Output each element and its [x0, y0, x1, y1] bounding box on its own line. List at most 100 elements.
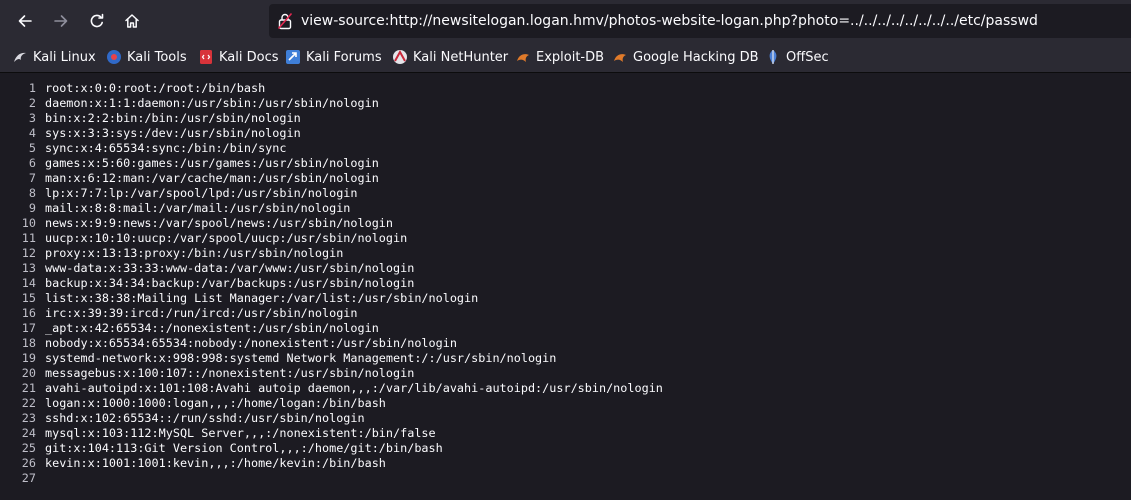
- reload-icon: [90, 13, 104, 28]
- line-text: list:x:38:38:Mailing List Manager:/var/l…: [45, 291, 479, 305]
- kali-docs-icon: [198, 49, 214, 65]
- line-number: 8: [28, 186, 36, 200]
- address-bar[interactable]: view-source:http://newsitelogan.logan.hm…: [269, 4, 1131, 38]
- source-lines: 1 root:x:0:0:root:/root:/bin/bash 2 daemon:…: [0, 81, 663, 486]
- line-number: 13: [21, 261, 36, 275]
- source-line: 1 root:x:0:0:root:/root:/bin/bash: [0, 81, 663, 96]
- kali-forums-icon: [285, 49, 301, 65]
- line-text: _apt:x:42:65534::/nonexistent:/usr/sbin/…: [45, 321, 379, 335]
- line-text: www-data:x:33:33:www-data:/var/www:/usr/…: [45, 261, 415, 275]
- line-number: 23: [21, 411, 36, 425]
- source-line: 26 kevin:x:1001:1001:kevin,,,:/home/kevin…: [0, 456, 663, 471]
- url-text[interactable]: view-source:http://newsitelogan.logan.hm…: [301, 4, 1038, 38]
- bookmark-kali-forums[interactable]: Kali Forums: [285, 42, 382, 72]
- source-line: 22 logan:x:1000:1000:logan,,,:/home/logan…: [0, 396, 663, 411]
- line-text: man:x:6:12:man:/var/cache/man:/usr/sbin/…: [45, 171, 379, 185]
- bookmark-label: Google Hacking DB: [633, 49, 759, 65]
- source-line: 10 news:x:9:9:news:/var/spool/news:/usr/s…: [0, 216, 663, 231]
- bookmark-kali-docs[interactable]: Kali Docs: [198, 42, 279, 72]
- bookmark-label: Kali Linux: [33, 49, 96, 65]
- offsec-icon: [765, 49, 781, 65]
- line-number: 10: [21, 216, 36, 230]
- source-line: 3 bin:x:2:2:bin:/bin:/usr/sbin/nologin: [0, 111, 663, 126]
- reload-button[interactable]: [83, 7, 111, 35]
- line-text: mail:x:8:8:mail:/var/mail:/usr/sbin/nolo…: [45, 201, 351, 215]
- line-text: bin:x:2:2:bin:/bin:/usr/sbin/nologin: [45, 111, 301, 125]
- ghdb-icon: [612, 49, 628, 65]
- line-text: avahi-autoipd:x:101:108:Avahi autoip dae…: [45, 381, 663, 395]
- line-text: uucp:x:10:10:uucp:/var/spool/uucp:/usr/s…: [45, 231, 408, 245]
- bookmark-exploit-db[interactable]: Exploit-DB: [515, 42, 604, 72]
- line-number: 17: [21, 321, 36, 335]
- line-text: sshd:x:102:65534::/run/sshd:/usr/sbin/no…: [45, 411, 365, 425]
- line-text: games:x:5:60:games:/usr/games:/usr/sbin/…: [45, 156, 379, 170]
- bookmark-kali-nethunter[interactable]: Kali NetHunter: [392, 42, 508, 72]
- line-number: 24: [21, 426, 36, 440]
- source-line: 23 sshd:x:102:65534::/run/sshd:/usr/sbin/…: [0, 411, 663, 426]
- navigation-toolbar: view-source:http://newsitelogan.logan.hm…: [0, 0, 1131, 42]
- source-line: 18 nobody:x:65534:65534:nobody:/nonexiste…: [0, 336, 663, 351]
- line-number: 27: [21, 471, 36, 485]
- source-line: 4 sys:x:3:3:sys:/dev:/usr/sbin/nologin: [0, 126, 663, 141]
- line-text: daemon:x:1:1:daemon:/usr/sbin:/usr/sbin/…: [45, 96, 379, 110]
- line-number: 6: [28, 156, 36, 170]
- back-button[interactable]: [11, 7, 39, 35]
- line-text: proxy:x:13:13:proxy:/bin:/usr/sbin/nolog…: [45, 246, 344, 260]
- view-source-content: 1 root:x:0:0:root:/root:/bin/bash 2 daemon:…: [0, 73, 1131, 500]
- source-line: 14 backup:x:34:34:backup:/var/backups:/us…: [0, 276, 663, 291]
- line-number: 14: [21, 276, 36, 290]
- home-button[interactable]: [118, 7, 146, 35]
- bookmark-label: Kali Forums: [306, 49, 382, 65]
- line-number: 15: [21, 291, 36, 305]
- nethunter-icon: [392, 49, 408, 65]
- line-number: 22: [21, 396, 36, 410]
- line-number: 20: [21, 366, 36, 380]
- line-text: backup:x:34:34:backup:/var/backups:/usr/…: [45, 276, 415, 290]
- home-icon: [125, 14, 139, 28]
- line-number: 5: [28, 141, 36, 155]
- line-text: sync:x:4:65534:sync:/bin:/bin/sync: [45, 141, 287, 155]
- line-number: 4: [28, 126, 36, 140]
- source-line: 13 www-data:x:33:33:www-data:/var/www:/us…: [0, 261, 663, 276]
- line-text: logan:x:1000:1000:logan,,,:/home/logan:/…: [45, 396, 386, 410]
- source-line: 8 lp:x:7:7:lp:/var/spool/lpd:/usr/sbin/no…: [0, 186, 663, 201]
- exploit-db-icon: [515, 49, 531, 65]
- not-secure-lock-icon[interactable]: [277, 12, 293, 30]
- bookmark-kali-tools[interactable]: Kali Tools: [106, 42, 187, 72]
- line-number: 3: [28, 111, 36, 125]
- source-line: 7 man:x:6:12:man:/var/cache/man:/usr/sbin…: [0, 171, 663, 186]
- forward-button[interactable]: [47, 7, 75, 35]
- line-text: nobody:x:65534:65534:nobody:/nonexistent…: [45, 336, 457, 350]
- line-number: 9: [28, 201, 36, 215]
- line-text: irc:x:39:39:ircd:/run/ircd:/usr/sbin/nol…: [45, 306, 358, 320]
- line-text: kevin:x:1001:1001:kevin,,,:/home/kevin:/…: [45, 456, 386, 470]
- line-number: 25: [21, 441, 36, 455]
- arrow-left-icon: [18, 15, 32, 27]
- line-number: 19: [21, 351, 36, 365]
- line-number: 12: [21, 246, 36, 260]
- line-number: 26: [21, 456, 36, 470]
- bookmark-kali-linux[interactable]: Kali Linux: [12, 42, 96, 72]
- line-text: lp:x:7:7:lp:/var/spool/lpd:/usr/sbin/nol…: [45, 186, 358, 200]
- source-line: 12 proxy:x:13:13:proxy:/bin:/usr/sbin/nol…: [0, 246, 663, 261]
- line-number: 21: [21, 381, 36, 395]
- kali-dragon-icon: [12, 49, 28, 65]
- bookmark-label: Exploit-DB: [536, 49, 605, 65]
- source-line: 9 mail:x:8:8:mail:/var/mail:/usr/sbin/nol…: [0, 201, 663, 216]
- source-line: 5 sync:x:4:65534:sync:/bin:/bin/sync: [0, 141, 663, 156]
- line-text: root:x:0:0:root:/root:/bin/bash: [45, 81, 266, 95]
- bookmark-google-hacking-db[interactable]: Google Hacking DB: [612, 42, 759, 72]
- bookmark-offsec[interactable]: OffSec: [765, 42, 829, 72]
- line-text: git:x:104:113:Git Version Control,,,:/ho…: [45, 441, 443, 455]
- bookmark-label: Kali NetHunter: [413, 49, 509, 65]
- bookmarks-toolbar: Kali Linux Kali Tools Kali Docs Kali For…: [0, 42, 1131, 73]
- bookmark-label: OffSec: [786, 49, 829, 65]
- bookmark-label: Kali Tools: [127, 49, 187, 65]
- source-line: 2 daemon:x:1:1:daemon:/usr/sbin:/usr/sbin…: [0, 96, 663, 111]
- line-number: 18: [21, 336, 36, 350]
- bookmark-label: Kali Docs: [219, 49, 279, 65]
- source-line: 6 games:x:5:60:games:/usr/games:/usr/sbin…: [0, 156, 663, 171]
- source-line: 27: [0, 471, 663, 486]
- arrow-right-icon: [54, 15, 68, 27]
- source-line: 24 mysql:x:103:112:MySQL Server,,,:/nonex…: [0, 426, 663, 441]
